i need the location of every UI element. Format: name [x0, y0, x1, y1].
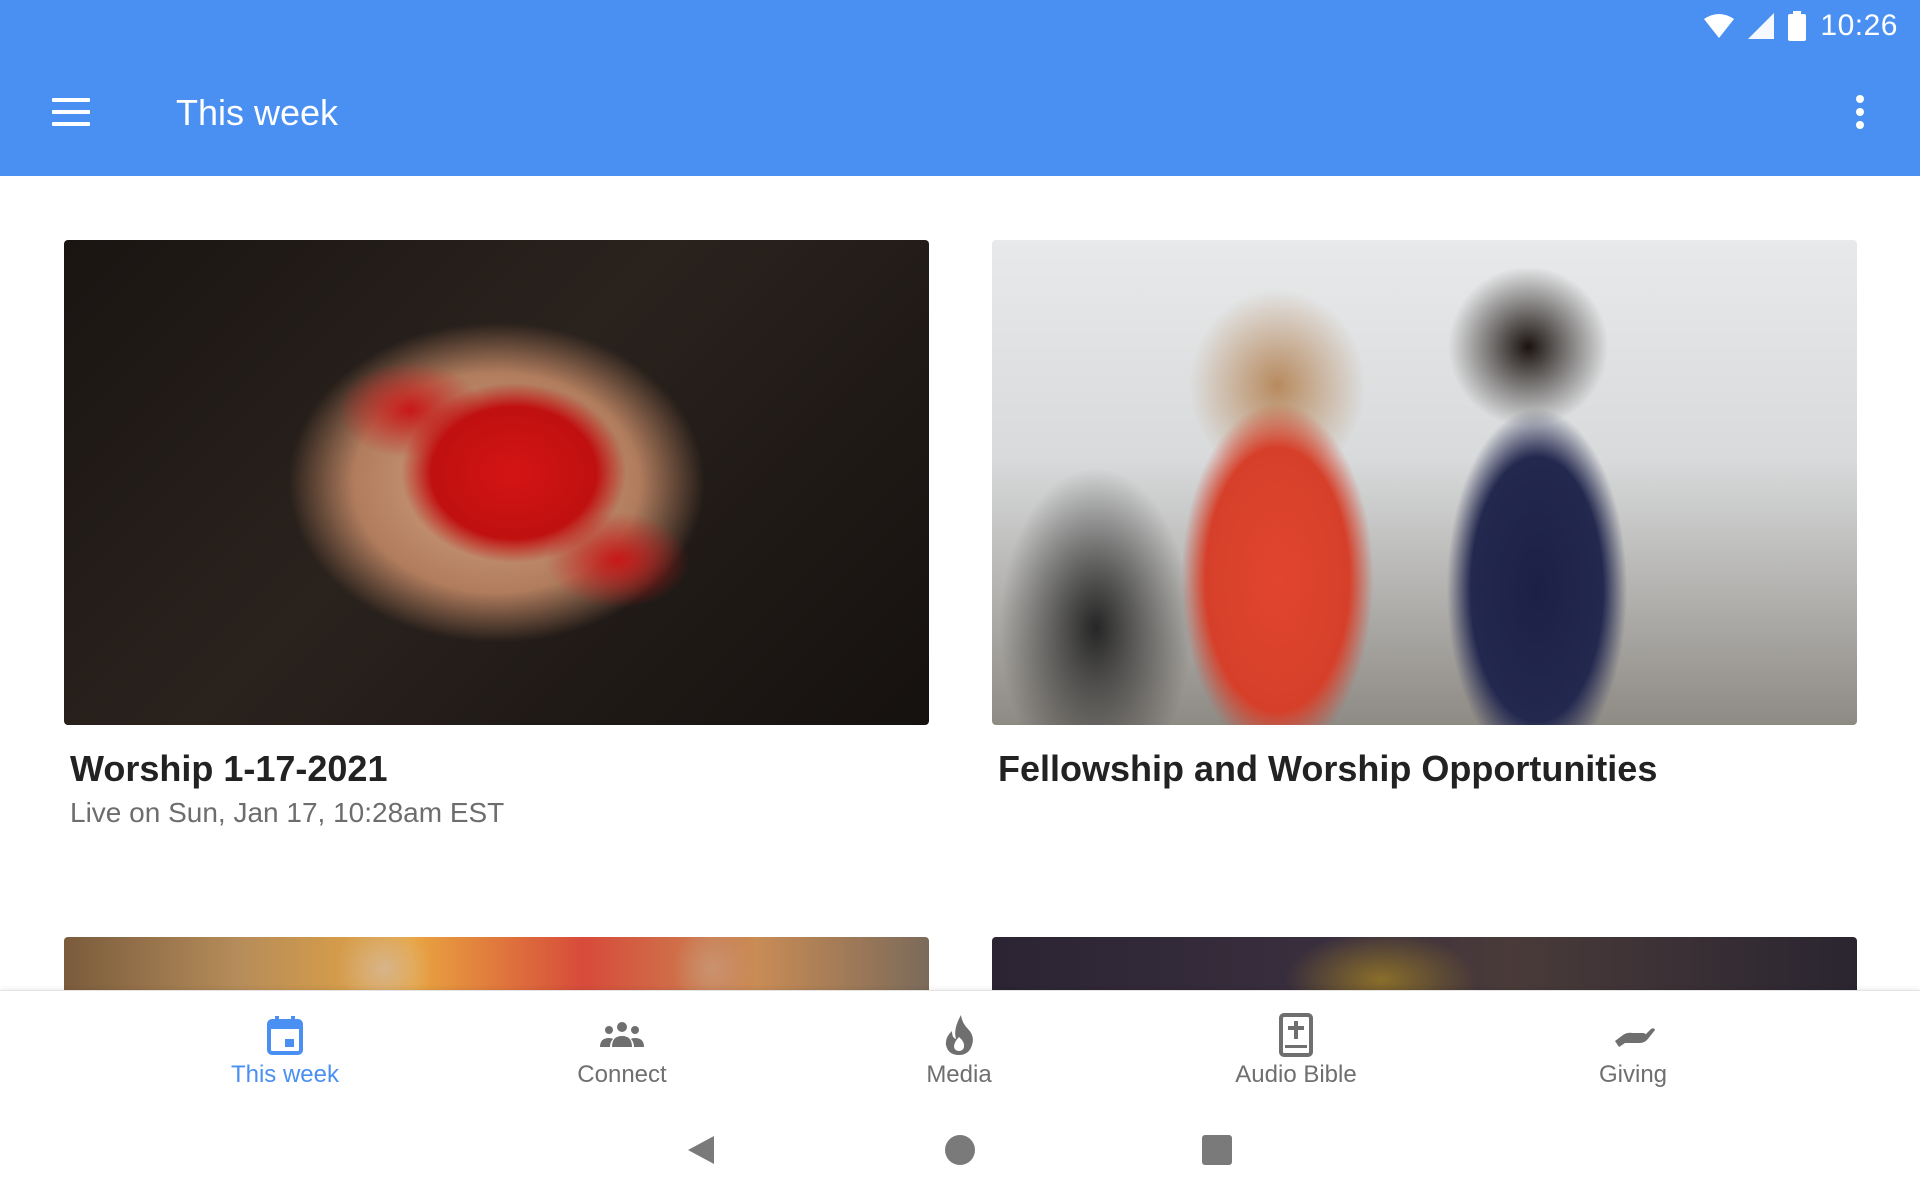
bottom-navigation: This week Connect Media Audio Bible Givi… [0, 990, 1920, 1100]
overflow-menu-button[interactable] [1840, 88, 1880, 138]
wifi-icon [1704, 14, 1735, 38]
more-vert-icon-dot [1856, 108, 1864, 116]
nav-connect[interactable]: Connect [472, 991, 772, 1101]
nav-label: This week [230, 1061, 340, 1088]
hamburger-icon [52, 98, 90, 102]
card-image-dark [992, 937, 1857, 990]
hamburger-icon-line [52, 110, 90, 114]
card-image-grocery [64, 937, 929, 990]
status-time: 10:26 [1820, 9, 1898, 42]
card-image-congregation [992, 240, 1857, 725]
nav-audio-bible[interactable]: Audio Bible [1146, 991, 1446, 1101]
cell-signal-icon [1748, 13, 1775, 39]
back-icon[interactable] [684, 1132, 720, 1168]
card-subtitle: Live on Sun, Jan 17, 10:28am EST [70, 797, 505, 828]
more-vert-icon [1856, 95, 1864, 103]
recents-icon[interactable] [1199, 1132, 1235, 1168]
nav-giving[interactable]: Giving [1483, 991, 1783, 1101]
nav-label: Media [926, 1061, 992, 1088]
system-navigation-bar [0, 1100, 1920, 1200]
bible-icon [1279, 1013, 1313, 1057]
card-title: Fellowship and Worship Opportunities [998, 748, 1658, 789]
nav-label: Connect [577, 1061, 667, 1088]
home-icon[interactable] [942, 1132, 978, 1168]
group-icon [600, 1022, 644, 1047]
flame-icon [945, 1015, 973, 1055]
nav-this-week[interactable]: This week [135, 991, 435, 1101]
app-bar: 10:26 This week [0, 0, 1920, 176]
page-title: This week [176, 92, 339, 133]
nav-label: Audio Bible [1235, 1061, 1357, 1088]
giving-hand-icon [1615, 1028, 1655, 1047]
card-title: Worship 1-17-2021 [70, 748, 388, 789]
nav-media[interactable]: Media [809, 991, 1109, 1101]
partial-card[interactable] [992, 937, 1857, 990]
hamburger-icon-line [52, 122, 90, 126]
status-bar: 10:26 [1704, 6, 1898, 46]
card-image-painted-hands [64, 240, 929, 725]
partial-card[interactable] [64, 937, 929, 990]
worship-card[interactable]: Worship 1-17-2021 Live on Sun, Jan 17, 1… [64, 240, 929, 833]
fellowship-card[interactable]: Fellowship and Worship Opportunities [992, 240, 1857, 791]
menu-button[interactable] [44, 90, 100, 134]
nav-label: Giving [1598, 1061, 1668, 1088]
more-vert-icon-dot [1856, 121, 1864, 129]
calendar-icon [267, 1016, 303, 1055]
battery-icon [1788, 11, 1807, 41]
